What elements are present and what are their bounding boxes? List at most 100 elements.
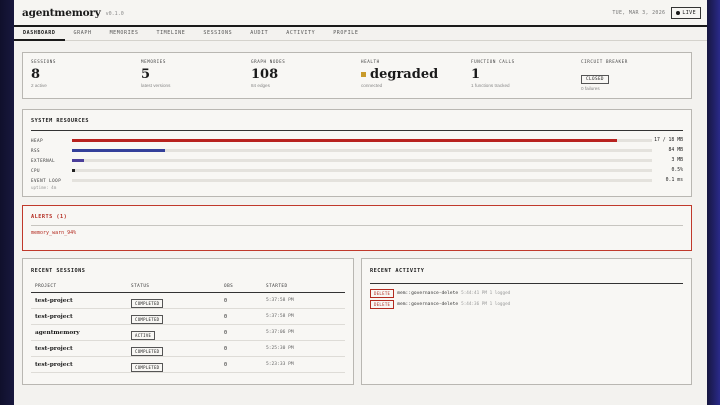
recent-sessions-panel: RECENT SESSIONS PROJECT STATUS OBS START… — [22, 258, 354, 385]
tab-timeline[interactable]: TIMELINE — [147, 27, 194, 41]
status-badge: COMPLETED — [131, 298, 164, 308]
live-label: LIVE — [682, 9, 696, 16]
stat-value: 1 — [471, 67, 481, 82]
activity-text: mem::governance-delete — [397, 302, 459, 307]
session-started: 5:37:58 PM — [266, 298, 294, 303]
resource-row: EVENT LOOP 0.1 ms — [31, 175, 683, 185]
stat-label: GRAPH NODES — [251, 59, 286, 64]
activity-text: mem::governance-delete — [397, 291, 459, 296]
stat-function-calls: FUNCTION CALLS 1 1 functions tracked — [471, 59, 581, 98]
resource-row: CPU 0.5% — [31, 165, 683, 175]
window-right-edge — [706, 0, 720, 405]
alerts-title: ALERTS (1) — [31, 214, 68, 220]
resource-label: CPU — [31, 167, 41, 173]
date-label: TUE, MAR 3, 2026 — [612, 9, 666, 16]
tab-dashboard[interactable]: DASHBOARD — [14, 27, 65, 41]
tab-profile[interactable]: PROFILE — [324, 27, 367, 41]
resource-bar-track — [72, 158, 652, 162]
divider — [370, 283, 683, 284]
resource-value: 17 / 18 MB — [654, 137, 683, 143]
activity-meta: 5:44:36 PM 1 logged — [461, 302, 511, 307]
live-dot-icon — [676, 10, 681, 15]
status-badge: COMPLETED — [131, 362, 164, 372]
divider — [31, 225, 683, 226]
stat-label: MEMORIES — [141, 59, 166, 64]
stat-value: degraded — [361, 67, 471, 82]
tab-sessions[interactable]: SESSIONS — [194, 27, 241, 41]
stat-value: 108 — [251, 67, 279, 82]
stat-value: 5 — [141, 67, 151, 82]
activity-type-badge: DELETE — [370, 289, 395, 298]
column-header-obs: OBS — [224, 284, 234, 289]
version-label: v0.1.0 — [105, 10, 124, 17]
session-project: test-project — [35, 361, 73, 368]
brand-logo[interactable]: agentmemory — [22, 7, 101, 19]
resource-bar-track — [72, 168, 652, 172]
activity-meta: 5:44:41 PM 1 logged — [461, 291, 511, 296]
status-badge: COMPLETED — [131, 314, 164, 324]
resource-bar-track — [72, 148, 652, 152]
session-project: agentmemory — [35, 329, 80, 336]
session-started: 5:37:06 PM — [266, 330, 294, 335]
app-window: agentmemory v0.1.0 TUE, MAR 3, 2026 LIVE… — [14, 0, 707, 405]
resource-row: EXTERNAL 3 MB — [31, 155, 683, 165]
resource-bar-track — [72, 138, 652, 142]
resource-row: RSS 84 MB — [31, 145, 683, 155]
table-body: test-project COMPLETED 0 5:37:58 PM test… — [31, 293, 345, 373]
resource-bar-fill — [72, 158, 84, 162]
header: agentmemory v0.1.0 TUE, MAR 3, 2026 LIVE — [14, 0, 707, 27]
tab-memories[interactable]: MEMORIES — [101, 27, 148, 41]
alert-item[interactable]: memory_warn_94% — [31, 230, 683, 236]
column-header-status: STATUS — [131, 284, 150, 289]
activity-row[interactable]: DELETE mem::governance-delete 5:44:41 PM… — [370, 288, 683, 299]
stats-panel: SESSIONS 8 2 active MEMORIES 5 latest ve… — [22, 52, 692, 99]
session-project: test-project — [35, 297, 73, 304]
column-header-project: PROJECT — [35, 284, 57, 289]
resource-label: EVENT LOOP — [31, 177, 62, 183]
stat-label: FUNCTION CALLS — [471, 59, 515, 64]
resource-label: HEAP — [31, 137, 44, 143]
session-obs: 0 — [224, 329, 228, 336]
activity-type-badge: DELETE — [370, 300, 395, 309]
session-started: 5:25:30 PM — [266, 346, 294, 351]
column-header-started: STARTED — [266, 284, 288, 289]
resource-label: EXTERNAL — [31, 157, 56, 163]
stat-label: CIRCUIT BREAKER — [581, 59, 628, 64]
circuit-breaker-badge: CLOSED — [581, 75, 609, 84]
tab-graph[interactable]: GRAPH — [65, 27, 101, 41]
section-title: RECENT SESSIONS — [31, 268, 86, 274]
stat-circuit-breaker: CIRCUIT BREAKER CLOSED 0 failures — [581, 59, 691, 98]
stat-sub: connected — [361, 83, 383, 88]
session-started: 5:23:33 PM — [266, 362, 294, 367]
resource-bar-fill — [72, 148, 165, 152]
resource-bar-track — [72, 178, 652, 182]
session-started: 5:37:58 PM — [266, 314, 294, 319]
nav-tabs: DASHBOARD GRAPH MEMORIES TIMELINE SESSIO… — [14, 27, 707, 41]
stat-sub: 84 edges — [251, 83, 270, 88]
resource-bar-fill — [72, 138, 618, 142]
session-project: test-project — [35, 345, 73, 352]
tab-activity[interactable]: ACTIVITY — [277, 27, 324, 41]
section-title: RECENT ACTIVITY — [370, 268, 425, 274]
resource-rows: HEAP 17 / 18 MB RSS 84 MB EXTERNAL 3 MB CPU 0.5… — [31, 135, 683, 185]
health-indicator-icon — [361, 72, 366, 77]
stat-sub: 1 functions tracked — [471, 83, 510, 88]
status-badge: ACTIVE — [131, 330, 156, 340]
resource-bar-fill — [72, 168, 76, 172]
session-obs: 0 — [224, 361, 228, 368]
stat-label: SESSIONS — [31, 59, 56, 64]
recent-activity-panel: RECENT ACTIVITY DELETE mem::governance-d… — [361, 258, 692, 385]
session-project: test-project — [35, 313, 73, 320]
stat-value: 8 — [31, 67, 41, 82]
tab-audit[interactable]: AUDIT — [241, 27, 277, 41]
stat-memories: MEMORIES 5 latest versions — [141, 59, 251, 98]
live-badge: LIVE — [671, 6, 701, 19]
stat-health: HEALTH degraded connected — [361, 59, 471, 98]
table-row[interactable]: test-project COMPLETED 0 5:23:33 PM — [31, 357, 345, 373]
status-badge: COMPLETED — [131, 346, 164, 356]
stat-sub: 2 active — [31, 83, 47, 88]
resource-label: RSS — [31, 147, 41, 153]
activity-row[interactable]: DELETE mem::governance-delete 5:44:36 PM… — [370, 299, 683, 310]
system-resources-panel: SYSTEM RESOURCES HEAP 17 / 18 MB RSS 84 MB E… — [22, 109, 692, 197]
resource-value: 0.1 ms — [665, 177, 683, 183]
